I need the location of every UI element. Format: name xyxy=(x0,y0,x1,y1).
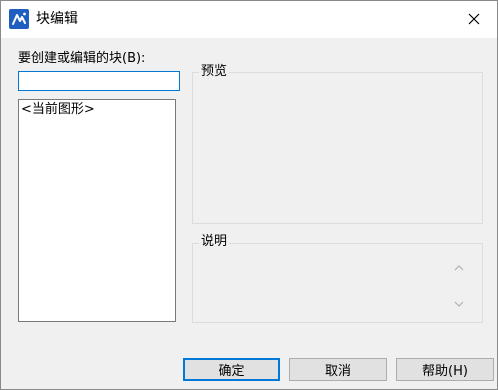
cancel-button[interactable]: 取消 xyxy=(289,358,387,381)
preview-group xyxy=(192,72,483,224)
title-bar: 块编辑 xyxy=(1,1,497,38)
preview-label: 预览 xyxy=(199,64,230,80)
block-name-label: 要创建或编辑的块(B): xyxy=(18,51,146,66)
block-name-input[interactable] xyxy=(18,71,180,91)
block-edit-dialog: 块编辑 要创建或编辑的块(B): <当前图形> 预览 说明 确定 取消 帮助(H… xyxy=(0,0,498,390)
close-button[interactable] xyxy=(451,1,497,38)
scroll-down-icon[interactable] xyxy=(452,297,466,311)
ok-button[interactable]: 确定 xyxy=(183,358,280,381)
description-label: 说明 xyxy=(199,234,230,250)
app-icon xyxy=(9,9,29,29)
description-group xyxy=(192,243,483,323)
help-button[interactable]: 帮助(H) xyxy=(396,358,494,381)
scroll-up-icon[interactable] xyxy=(452,261,466,275)
close-icon xyxy=(468,13,480,25)
window-title: 块编辑 xyxy=(36,11,78,27)
block-list[interactable]: <当前图形> xyxy=(18,99,176,322)
list-item[interactable]: <当前图形> xyxy=(21,102,95,118)
